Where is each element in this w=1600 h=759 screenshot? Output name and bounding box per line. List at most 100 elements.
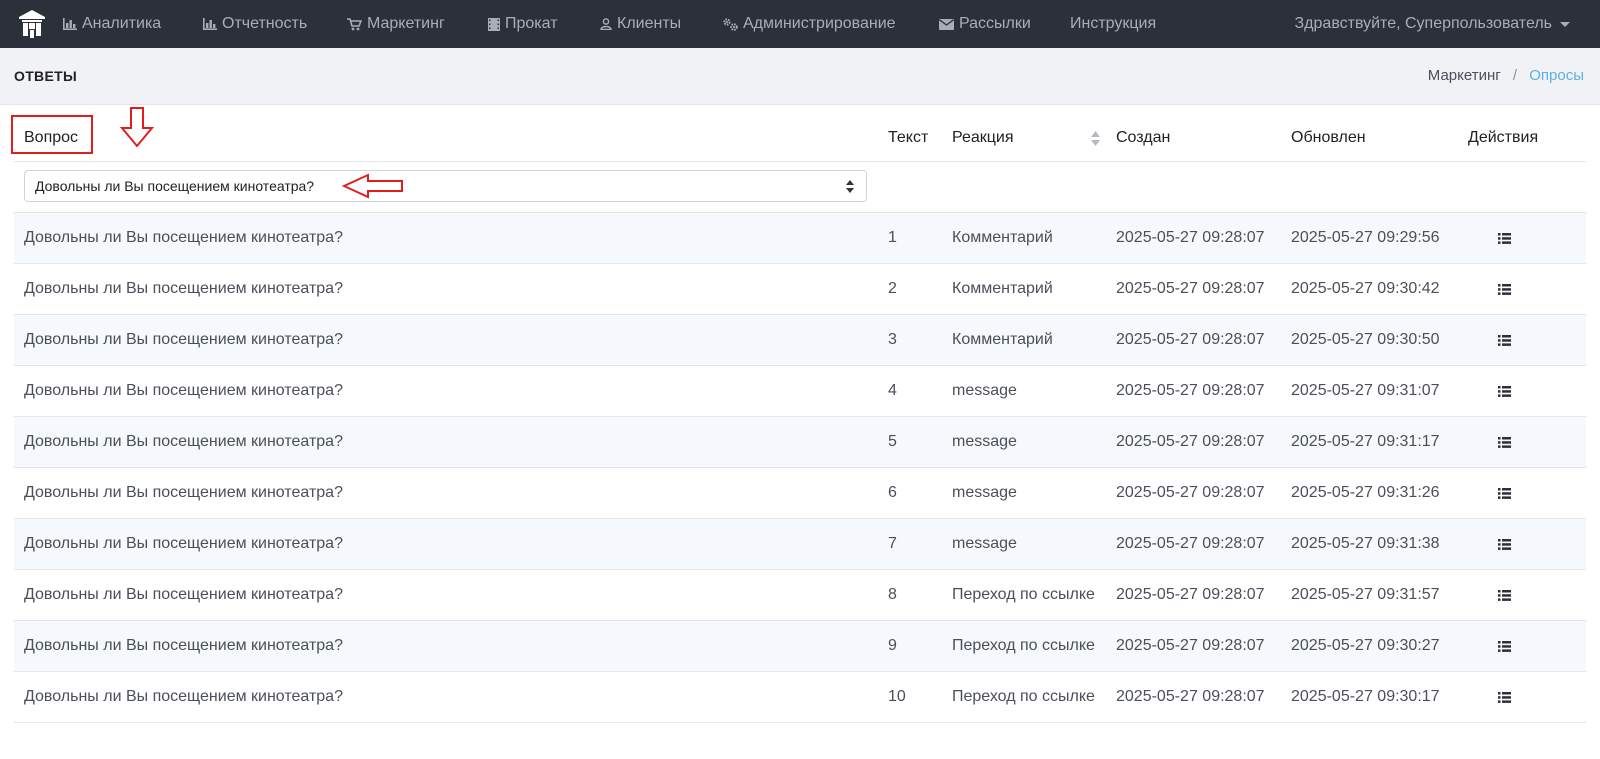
cell-text: 2 (888, 280, 897, 297)
cell-question: Довольны ли Вы посещением кинотеатра? (24, 484, 343, 501)
cell-question: Довольны ли Вы посещением кинотеатра? (24, 688, 343, 705)
nav-item-label: Клиенты (617, 15, 682, 32)
envelope-icon (939, 18, 954, 30)
nav-item-administration[interactable]: Администрирование (723, 0, 896, 48)
cell-updated: 2025-05-27 09:31:26 (1291, 484, 1440, 501)
table-row: Довольны ли Вы посещением кинотеатра? 3 Ко… (14, 315, 1586, 366)
table-row: Довольны ли Вы посещением кинотеатра? 7 me… (14, 519, 1586, 570)
cell-created: 2025-05-27 09:28:07 (1116, 382, 1265, 399)
cell-updated: 2025-05-27 09:30:50 (1291, 331, 1440, 348)
nav-item-label: Администрирование (743, 15, 896, 32)
cell-text: 4 (888, 382, 897, 399)
nav-item-marketing[interactable]: Маркетинг (347, 0, 445, 48)
nav-item-mailings[interactable]: Рассылки (939, 0, 1031, 48)
cell-text: 6 (888, 484, 897, 501)
column-header-actions: Действия (1468, 129, 1539, 146)
cell-created: 2025-05-27 09:28:07 (1116, 586, 1265, 603)
select-arrows-icon (846, 180, 854, 193)
bar-chart-icon (203, 18, 217, 30)
cell-created: 2025-05-27 09:28:07 (1116, 637, 1265, 654)
column-header-created[interactable]: Создан (1116, 115, 1170, 161)
nav-item-analytics[interactable]: Аналитика (63, 0, 161, 48)
list-icon[interactable] (1498, 213, 1511, 263)
cell-question: Довольны ли Вы посещением кинотеатра? (24, 433, 343, 450)
question-filter-select[interactable]: Довольны ли Вы посещением кинотеатра? (24, 170, 867, 202)
breadcrumb: Маркетинг / Опросы (1428, 67, 1584, 84)
column-header-updated[interactable]: Обновлен (1291, 115, 1366, 161)
cell-reaction: Переход по ссылке (952, 688, 1095, 705)
cell-updated: 2025-05-27 09:30:42 (1291, 280, 1440, 297)
column-header-text[interactable]: Текст (888, 115, 928, 161)
table-row: Довольны ли Вы посещением кинотеатра? 2 Ко… (14, 264, 1586, 315)
cell-updated: 2025-05-27 09:31:17 (1291, 433, 1440, 450)
cell-question: Довольны ли Вы посещением кинотеатра? (24, 331, 343, 348)
cell-created: 2025-05-27 09:28:07 (1116, 229, 1265, 246)
cell-created: 2025-05-27 09:28:07 (1116, 484, 1265, 501)
table-row: Довольны ли Вы посещением кинотеатра? 1 Ко… (14, 213, 1586, 264)
breadcrumb-separator: / (1512, 67, 1518, 84)
bar-chart-icon (63, 18, 77, 30)
table-body: Довольны ли Вы посещением кинотеатра? 1 Ко… (14, 213, 1586, 723)
list-icon[interactable] (1498, 519, 1511, 569)
cart-icon (347, 17, 362, 30)
cell-question: Довольны ли Вы посещением кинотеатра? (24, 535, 343, 552)
user-menu-dropdown[interactable]: Здравствуйте, Суперпользователь (1295, 0, 1570, 48)
list-icon[interactable] (1498, 621, 1511, 671)
nav-item-label: Прокат (505, 15, 558, 32)
cell-reaction: Комментарий (952, 229, 1053, 246)
list-icon[interactable] (1498, 468, 1511, 518)
cell-question: Довольны ли Вы посещением кинотеатра? (24, 637, 343, 654)
list-icon[interactable] (1498, 315, 1511, 365)
table-row: Довольны ли Вы посещением кинотеатра? 4 me… (14, 366, 1586, 417)
cell-text: 7 (888, 535, 897, 552)
nav-item-instructions[interactable]: Инструкция (1070, 0, 1156, 48)
logo-icon[interactable] (18, 9, 46, 39)
cell-updated: 2025-05-27 09:30:17 (1291, 688, 1440, 705)
caret-down-icon (1560, 21, 1570, 27)
list-icon[interactable] (1498, 570, 1511, 620)
list-icon[interactable] (1498, 672, 1511, 722)
cogs-icon (723, 17, 738, 31)
cell-text: 10 (888, 688, 906, 705)
table-row: Довольны ли Вы посещением кинотеатра? 6 me… (14, 468, 1586, 519)
nav-item-label: Рассылки (959, 15, 1031, 32)
breadcrumb-item-surveys[interactable]: Опросы (1529, 67, 1584, 84)
nav-item-clients[interactable]: Клиенты (600, 0, 681, 48)
cell-reaction: Переход по ссылке (952, 586, 1095, 603)
cell-text: 1 (888, 229, 897, 246)
list-icon[interactable] (1498, 417, 1511, 467)
column-header-reaction[interactable]: Реакция (952, 115, 1102, 161)
cell-reaction: Комментарий (952, 331, 1053, 348)
nav-item-label: Отчетность (222, 15, 308, 32)
breadcrumb-item-marketing[interactable]: Маркетинг (1428, 67, 1501, 84)
nav-item-label: Маркетинг (367, 15, 445, 32)
film-icon (488, 17, 500, 31)
cell-created: 2025-05-27 09:28:07 (1116, 535, 1265, 552)
cell-created: 2025-05-27 09:28:07 (1116, 280, 1265, 297)
cell-text: 9 (888, 637, 897, 654)
cell-created: 2025-05-27 09:28:07 (1116, 688, 1265, 705)
cell-question: Довольны ли Вы посещением кинотеатра? (24, 280, 343, 297)
cell-reaction: Комментарий (952, 280, 1053, 297)
cell-reaction: message (952, 535, 1017, 552)
list-icon[interactable] (1498, 264, 1511, 314)
list-icon[interactable] (1498, 366, 1511, 416)
annotation-arrow-down-icon (120, 107, 154, 148)
sort-icon[interactable] (1091, 131, 1100, 146)
page-title: ОТВЕТЫ (14, 68, 77, 84)
annotation-arrow-left-icon (342, 173, 403, 199)
column-header-label: Реакция (952, 129, 1014, 146)
nav-item-rental[interactable]: Прокат (488, 0, 558, 48)
filter-row: Довольны ли Вы посещением кинотеатра? (14, 162, 1586, 213)
cell-reaction: Переход по ссылке (952, 637, 1095, 654)
cell-reaction: message (952, 433, 1017, 450)
table-row: Довольны ли Вы посещением кинотеатра? 10 П… (14, 672, 1586, 723)
table-row: Довольны ли Вы посещением кинотеатра? 9 Пе… (14, 621, 1586, 672)
select-value: Довольны ли Вы посещением кинотеатра? (35, 178, 315, 194)
nav-item-label: Аналитика (82, 15, 162, 32)
nav-item-reports[interactable]: Отчетность (203, 0, 307, 48)
table-row: Довольны ли Вы посещением кинотеатра? 8 Пе… (14, 570, 1586, 621)
user-icon (600, 18, 612, 30)
cell-reaction: message (952, 382, 1017, 399)
cell-updated: 2025-05-27 09:29:56 (1291, 229, 1440, 246)
